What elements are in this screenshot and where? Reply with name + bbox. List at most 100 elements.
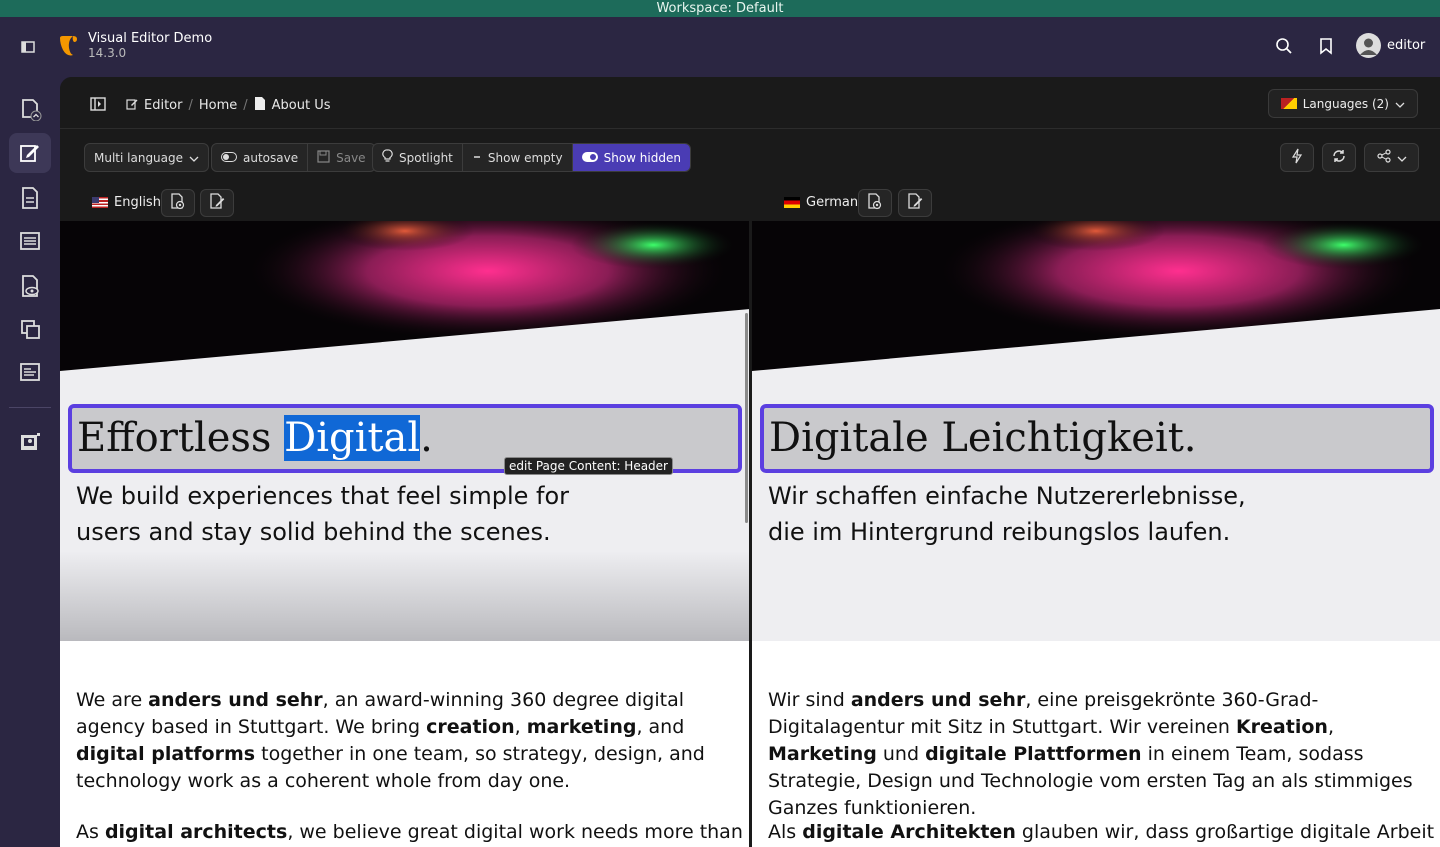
text-run: Wir sind <box>768 689 851 711</box>
hero-subtitle-german: Wir schaffen einfache Nutzererlebnisse, d… <box>768 478 1246 550</box>
module-list-icon[interactable] <box>9 221 51 261</box>
toggle-on-icon <box>581 151 598 165</box>
refresh-button[interactable] <box>1322 143 1356 172</box>
content-header-german[interactable]: Digitale Leichtigkeit. <box>760 404 1434 473</box>
module-filelist-icon[interactable] <box>9 422 51 462</box>
text-run: , and <box>636 716 685 738</box>
show-empty-toggle[interactable]: Show empty <box>463 144 573 171</box>
module-menu <box>0 77 60 847</box>
page-edit-icon <box>209 192 225 214</box>
page-view-icon <box>867 192 883 214</box>
text-run: , we believe great digital work needs mo… <box>287 821 750 843</box>
english-edit-button[interactable] <box>200 189 234 217</box>
header-selected-text: Digital <box>284 415 421 461</box>
breadcrumb-page[interactable]: About Us <box>272 98 331 113</box>
toggle-off-icon <box>221 151 237 165</box>
hero-subtitle-line: We build experiences that feel simple fo… <box>76 482 570 510</box>
user-name[interactable]: editor <box>1387 38 1425 53</box>
search-icon[interactable] <box>1275 37 1293 59</box>
header-text-pre: Effortless <box>77 415 285 461</box>
chevron-down-icon <box>1397 151 1407 165</box>
lightning-icon <box>1291 148 1303 168</box>
show-empty-label: Show empty <box>487 150 563 165</box>
save-icon <box>317 149 330 166</box>
text-run: As <box>76 821 105 843</box>
text-bold: digital platforms <box>76 743 256 765</box>
text-run: , <box>1327 716 1334 738</box>
autosave-save-group: autosave Save <box>211 143 376 172</box>
sidebar-toggle-icon[interactable] <box>18 37 38 57</box>
header-text-post: . <box>420 415 433 461</box>
typo3-logo-icon[interactable] <box>57 34 81 58</box>
user-avatar[interactable] <box>1356 33 1381 58</box>
breadcrumb-separator: / <box>188 98 193 113</box>
site-version: 14.3.0 <box>88 46 127 60</box>
text-bold: Marketing <box>768 743 877 765</box>
autosave-label: autosave <box>243 150 299 165</box>
body-paragraph-german: Wir sind anders und sehr, eine preisgekr… <box>768 687 1428 822</box>
hero-image <box>60 221 750 421</box>
save-label: Save <box>336 150 366 165</box>
text-run: , <box>514 716 527 738</box>
panel-toggle-icon[interactable] <box>90 96 106 115</box>
language-bar: English German <box>60 185 1440 221</box>
english-preview-button[interactable] <box>161 189 195 217</box>
edit-tooltip: edit Page Content: Header <box>504 457 673 475</box>
language-english-label: English <box>114 195 161 210</box>
autosave-toggle[interactable]: autosave <box>212 144 309 171</box>
language-flags-icon <box>1280 98 1297 109</box>
body-paragraph-english: We are anders und sehr, an award-winning… <box>76 687 736 795</box>
language-mode-select[interactable]: Multi language <box>84 143 210 172</box>
editor-toolbar: Multi language autosave Save Spotlight S… <box>60 129 1440 185</box>
breadcrumb-editor[interactable]: Editor <box>144 98 182 113</box>
breadcrumb-home[interactable]: Home <box>199 98 237 113</box>
module-view-icon[interactable] <box>9 266 51 306</box>
hero-subtitle-english: We build experiences that feel simple fo… <box>76 478 569 550</box>
show-hidden-toggle[interactable]: Show hidden <box>572 144 690 171</box>
hero-subtitle-line: die im Hintergrund reibungslos laufen. <box>768 518 1231 546</box>
text-run: We are <box>76 689 149 711</box>
hero-image <box>752 221 1440 421</box>
text-run: und <box>876 743 926 765</box>
languages-label: Languages (2) <box>1302 96 1389 111</box>
view-options-group: Spotlight Show empty Show hidden <box>372 143 691 172</box>
minus-icon <box>472 151 482 165</box>
doc-header: Editor / Home / About Us Languages (2) <box>60 77 1440 129</box>
german-preview-pane[interactable]: Digitale Leichtigkeit. Wir schaffen einf… <box>752 221 1440 847</box>
save-button[interactable]: Save <box>308 144 374 171</box>
page-view-icon <box>170 192 186 214</box>
german-edit-button[interactable] <box>898 189 932 217</box>
text-bold: anders und sehr <box>148 689 323 711</box>
share-dropdown[interactable] <box>1364 143 1419 172</box>
module-visual-editor-icon[interactable] <box>9 133 51 173</box>
rail-divider <box>9 407 51 408</box>
text-bold: Kreation <box>1235 716 1328 738</box>
hero-subtitle-line: Wir schaffen einfache Nutzererlebnisse, <box>768 482 1246 510</box>
top-bar: Visual Editor Demo 14.3.0 editor <box>0 17 1440 77</box>
module-content: Editor / Home / About Us Languages (2) M… <box>60 77 1440 847</box>
chevron-down-icon <box>1395 97 1405 111</box>
english-preview-pane[interactable]: Effortless Digital. edit Page Content: H… <box>60 221 750 847</box>
text-bold: digitale Plattformen <box>925 743 1142 765</box>
text-bold: digitale Architekten <box>802 821 1016 843</box>
breadcrumb-separator: / <box>243 98 248 113</box>
spotlight-toggle[interactable]: Spotlight <box>373 144 463 171</box>
page-edit-icon <box>907 192 923 214</box>
bookmark-icon[interactable] <box>1318 37 1334 59</box>
hero-shade <box>60 551 750 641</box>
workspace-bar: Workspace: Default <box>0 0 1440 17</box>
chevron-down-icon <box>189 151 199 165</box>
module-workspaces-icon[interactable] <box>9 309 51 349</box>
module-layout-icon[interactable] <box>9 89 51 129</box>
scrollbar[interactable] <box>745 313 748 523</box>
flag-us-icon <box>92 197 108 208</box>
module-info-icon[interactable] <box>9 352 51 392</box>
german-preview-button[interactable] <box>858 189 892 217</box>
flash-button[interactable] <box>1280 143 1314 172</box>
show-hidden-label: Show hidden <box>603 150 681 165</box>
text-bold: digital architects <box>104 821 288 843</box>
languages-dropdown[interactable]: Languages (2) <box>1267 89 1418 118</box>
module-page-icon[interactable] <box>9 178 51 218</box>
edit-icon <box>126 98 138 114</box>
language-mode-label: Multi language <box>94 150 184 165</box>
